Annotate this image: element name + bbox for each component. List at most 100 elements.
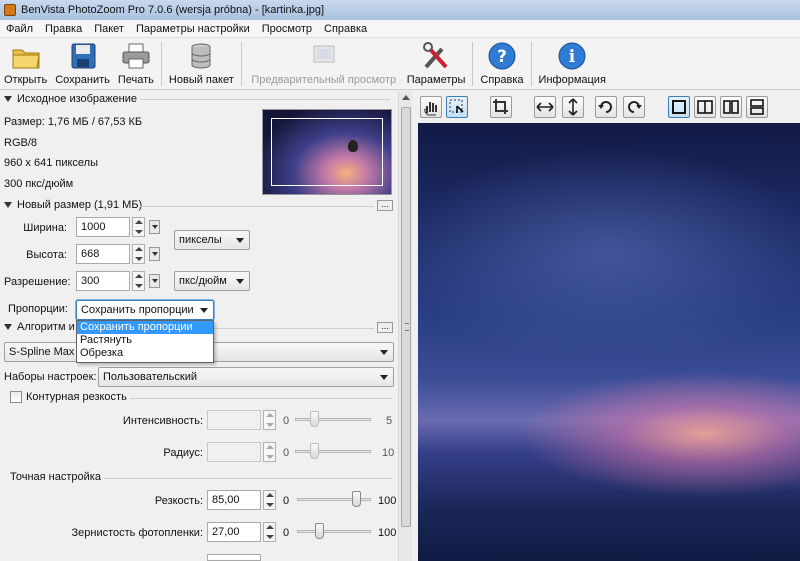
divider: [140, 206, 374, 207]
help-button[interactable]: ? Справка: [476, 38, 527, 90]
proportions-label: Пропорции:: [8, 303, 68, 315]
third-input[interactable]: [207, 554, 261, 561]
collapse-arrow-icon: [4, 96, 12, 102]
preview-icon: [308, 41, 340, 71]
split-view-icon: [697, 100, 713, 114]
menu-view[interactable]: Просмотр: [256, 23, 318, 35]
proportions-option-keep[interactable]: Сохранить пропорции: [77, 321, 213, 334]
grain-stepper[interactable]: [263, 522, 276, 542]
intensity-label: Интенсивность:: [122, 415, 203, 427]
rotate-right-icon: [628, 101, 642, 113]
slider-track: [295, 418, 371, 421]
preview-image[interactable]: [418, 123, 800, 561]
slider-track: [297, 530, 371, 533]
slider-thumb[interactable]: [352, 491, 361, 507]
grain-input[interactable]: 27,00: [207, 522, 261, 542]
radius-input[interactable]: [207, 442, 261, 462]
size-units-select[interactable]: пикселы: [174, 230, 250, 250]
slider-thumb[interactable]: [310, 443, 319, 459]
presets-select[interactable]: Пользовательский: [98, 367, 394, 387]
height-stepper[interactable]: [132, 244, 145, 264]
width-label: Ширина:: [23, 222, 67, 234]
width-stepper[interactable]: [132, 217, 145, 237]
stacked-view-button[interactable]: [746, 96, 768, 118]
divider: [104, 478, 392, 479]
preview-button[interactable]: Предварительный просмотр: [245, 38, 403, 90]
scroll-up-icon[interactable]: [402, 95, 410, 100]
toolbar-separator: [240, 42, 242, 86]
save-button[interactable]: Сохранить: [51, 38, 114, 90]
slider-thumb[interactable]: [315, 523, 324, 539]
menu-edit[interactable]: Правка: [39, 23, 88, 35]
split-view-button[interactable]: [694, 96, 716, 118]
settings-button[interactable]: Параметры: [403, 38, 470, 90]
resolution-stepper[interactable]: [132, 271, 145, 291]
intensity-slider[interactable]: [295, 409, 371, 429]
toolbar-separator: [160, 42, 162, 86]
intensity-stepper[interactable]: [263, 410, 276, 430]
grain-min: 0: [283, 527, 290, 539]
unsharp-checkbox[interactable]: [10, 391, 22, 403]
radius-stepper[interactable]: [263, 442, 276, 462]
algorithm-options-button[interactable]: ...: [377, 322, 393, 333]
select-tool-button[interactable]: [446, 96, 468, 118]
toolbar-separator: [472, 42, 474, 86]
crop-tool-button[interactable]: [490, 96, 512, 118]
proportions-dropdown-list: Сохранить пропорции Растянуть Обрезка: [76, 320, 214, 363]
proportions-option-crop[interactable]: Обрезка: [77, 347, 213, 360]
rotate-right-button[interactable]: [623, 96, 645, 118]
radius-min: 0: [283, 447, 290, 459]
width-input[interactable]: 1000: [76, 217, 130, 237]
panel-scrollbar[interactable]: [398, 91, 412, 561]
balloon-shape: [348, 140, 358, 152]
menu-batch[interactable]: Пакет: [88, 23, 130, 35]
algorithm-section-header[interactable]: Алгоритм и: [4, 321, 75, 333]
sharpness-input[interactable]: 85,00: [207, 490, 261, 510]
rotate-left-button[interactable]: [595, 96, 617, 118]
resolution-input[interactable]: 300: [76, 271, 130, 291]
slider-thumb[interactable]: [310, 411, 319, 427]
info-button[interactable]: i Информация: [535, 38, 610, 90]
toolbar: Открыть Сохранить Печать Новый пакет Пре…: [0, 38, 800, 90]
open-button[interactable]: Открыть: [0, 38, 51, 90]
fit-width-button[interactable]: [534, 96, 556, 118]
new-size-options-button[interactable]: ...: [377, 200, 393, 211]
sharpness-slider[interactable]: [297, 489, 371, 509]
intensity-input[interactable]: [207, 410, 261, 430]
width-menu-button[interactable]: [149, 220, 160, 234]
new-size-section-header[interactable]: Новый размер (1,91 МБ): [4, 199, 142, 211]
folder-icon: [10, 41, 42, 71]
dual-view-button[interactable]: [720, 96, 742, 118]
new-batch-button[interactable]: Новый пакет: [165, 38, 238, 90]
menu-help[interactable]: Справка: [318, 23, 373, 35]
radius-label: Радиус:: [163, 447, 203, 459]
single-view-button[interactable]: [668, 96, 690, 118]
fit-width-icon: [536, 102, 554, 112]
menu-bar: Файл Правка Пакет Параметры настройки Пр…: [0, 20, 800, 38]
chevron-down-icon: [236, 238, 244, 243]
fit-height-button[interactable]: [562, 96, 584, 118]
menu-file[interactable]: Файл: [0, 23, 39, 35]
menu-settings[interactable]: Параметры настройки: [130, 23, 256, 35]
proportions-select[interactable]: Сохранить пропорции: [75, 299, 215, 321]
resolution-units-select[interactable]: пкс/дюйм: [174, 271, 250, 291]
slider-track: [295, 450, 371, 453]
source-thumbnail[interactable]: [262, 109, 392, 195]
source-section-header[interactable]: Исходное изображение: [4, 93, 137, 105]
sharpness-stepper[interactable]: [263, 490, 276, 510]
hand-tool-button[interactable]: [420, 96, 442, 118]
print-button[interactable]: Печать: [114, 38, 158, 90]
resolution-menu-button[interactable]: [149, 274, 160, 288]
grip-icon: [405, 323, 409, 331]
scrollbar-thumb[interactable]: [401, 107, 411, 527]
height-menu-button[interactable]: [149, 247, 160, 261]
height-input[interactable]: 668: [76, 244, 130, 264]
preview-frame[interactable]: [271, 118, 383, 186]
collapse-arrow-icon: [4, 202, 12, 208]
grain-slider[interactable]: [297, 521, 371, 541]
proportions-option-stretch[interactable]: Растянуть: [77, 334, 213, 347]
radius-slider[interactable]: [295, 441, 371, 461]
toolbar-separator: [530, 42, 532, 86]
tools-icon: [420, 41, 452, 71]
third-slider[interactable]: [297, 553, 371, 561]
